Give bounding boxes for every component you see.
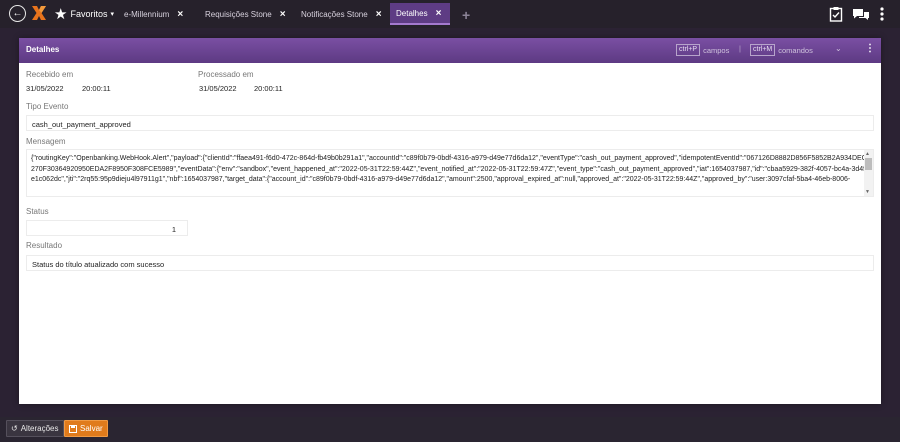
chat-icon[interactable] xyxy=(852,8,870,21)
history-icon: ↺ xyxy=(11,424,18,433)
shortcut-key: ctrl+M xyxy=(750,44,776,56)
processado-date[interactable]: 31/05/2022 xyxy=(199,84,237,93)
mensagem-scrollbar[interactable]: ▲ ▼ xyxy=(864,150,873,196)
recebido-label: Recebido em xyxy=(26,70,74,79)
tipo-evento-field[interactable]: cash_out_payment_approved xyxy=(26,115,874,131)
tab-label: Detalhes xyxy=(396,8,428,18)
add-tab-icon[interactable]: + xyxy=(462,7,470,23)
shortcut-key: ctrl+P xyxy=(676,44,701,56)
save-label: Salvar xyxy=(80,424,103,433)
shortcut-label: comandos xyxy=(778,45,813,55)
scroll-thumb[interactable] xyxy=(865,158,872,170)
back-button[interactable]: ← xyxy=(9,5,26,22)
mensagem-textarea[interactable]: {"routingKey":"Openbanking.WebHook.Alert… xyxy=(26,149,874,197)
favoritos-menu[interactable]: ★ Favoritos ▾ xyxy=(54,5,114,23)
hint-comandos[interactable]: ctrl+M comandos xyxy=(750,44,813,56)
tab-e-millennium[interactable]: e-Millennium × xyxy=(118,3,189,25)
tab-detalhes[interactable]: Detalhes × xyxy=(390,3,450,25)
window-kebab-icon[interactable]: ⋮ xyxy=(865,43,875,54)
close-icon[interactable]: × xyxy=(280,9,286,20)
close-icon[interactable]: × xyxy=(436,8,442,19)
tab-notificacoes-stone[interactable]: Notificações Stone × xyxy=(295,3,388,25)
chevron-down-icon: ▾ xyxy=(110,11,114,18)
mensagem-text: {"routingKey":"Openbanking.WebHook.Alert… xyxy=(31,155,867,183)
close-icon[interactable]: × xyxy=(376,9,382,20)
status-label: Status xyxy=(26,207,49,216)
arrow-left-icon: ← xyxy=(12,7,23,19)
tab-label: e-Millennium xyxy=(124,9,170,19)
processado-time[interactable]: 20:00:11 xyxy=(254,84,283,93)
alteracoes-button[interactable]: ↺ Alterações xyxy=(6,420,64,437)
alteracoes-label: Alterações xyxy=(20,424,59,433)
mensagem-label: Mensagem xyxy=(26,137,66,146)
resultado-field[interactable]: Status do título atualizado com sucesso xyxy=(26,255,874,271)
recebido-date[interactable]: 31/05/2022 xyxy=(26,84,64,93)
kebab-menu-icon[interactable] xyxy=(880,7,884,21)
resultado-label: Resultado xyxy=(26,241,63,250)
shortcut-label: campos xyxy=(703,45,730,55)
bottom-bar: ↺ Alterações Salvar xyxy=(0,417,900,442)
top-bar: ← ★ Favoritos ▾ e-Millennium × Requisiçõ… xyxy=(0,0,900,28)
app-logo-icon[interactable] xyxy=(31,4,47,22)
favoritos-label: Favoritos xyxy=(70,9,108,19)
clipboard-check-icon[interactable] xyxy=(829,6,843,22)
tipo-evento-label: Tipo Evento xyxy=(26,102,69,111)
close-icon[interactable]: × xyxy=(177,9,183,20)
processado-label: Processado em xyxy=(198,70,254,79)
hint-campos[interactable]: ctrl+P campos xyxy=(676,44,729,56)
scroll-up-icon[interactable]: ▲ xyxy=(865,151,870,157)
details-window: Detalhes ctrl+P campos | ctrl+M comandos… xyxy=(19,38,881,404)
hint-separator: | xyxy=(739,44,741,53)
tab-requisicoes-stone[interactable]: Requisições Stone × xyxy=(199,3,292,25)
scroll-down-icon[interactable]: ▼ xyxy=(865,189,870,195)
tab-label: Requisições Stone xyxy=(205,9,272,19)
recebido-time[interactable]: 20:00:11 xyxy=(82,84,111,93)
status-field[interactable]: 1 xyxy=(26,220,188,236)
window-header: Detalhes ctrl+P campos | ctrl+M comandos… xyxy=(19,38,881,63)
tab-label: Notificações Stone xyxy=(301,9,368,19)
floppy-disk-icon xyxy=(69,424,77,433)
star-icon: ★ xyxy=(54,5,68,23)
window-title: Detalhes xyxy=(26,45,60,54)
chevron-down-icon[interactable]: ⌄ xyxy=(835,44,842,53)
save-button[interactable]: Salvar xyxy=(64,420,108,437)
